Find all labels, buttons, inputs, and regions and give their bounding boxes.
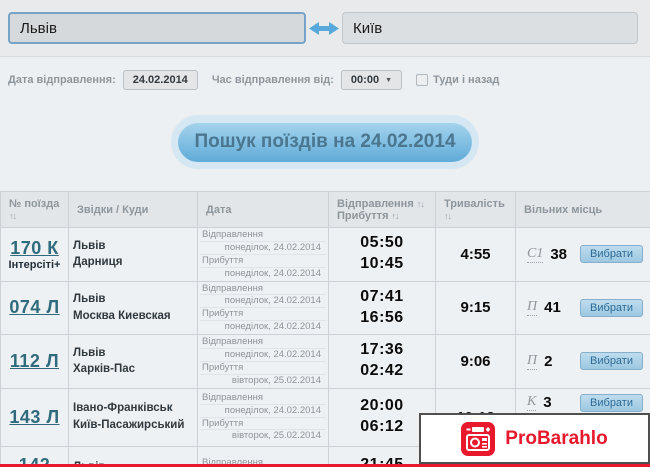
sort-icon: ↑↓ xyxy=(444,210,452,221)
seat-count: 38 xyxy=(550,245,568,263)
header-date: Дата xyxy=(197,191,329,228)
time-select[interactable]: 00:00 ▼ xyxy=(340,70,402,90)
camera-logo-icon xyxy=(461,421,496,456)
duration-value: 9:06 xyxy=(435,334,516,389)
seat-count: 2 xyxy=(544,352,553,370)
seat-class[interactable]: С1 xyxy=(527,246,544,263)
header-departure-arrival[interactable]: Відправлення ↑↓ Прибуття ↑↓ xyxy=(328,191,436,228)
header-seats: Вільних місць xyxy=(515,191,650,228)
departure-date: понеділок, 24.02.2014 xyxy=(200,242,326,255)
seat-count: 3 xyxy=(543,394,552,411)
header-duration[interactable]: Тривалість ↑↓ xyxy=(435,191,516,228)
sort-icon: ↑↓ xyxy=(391,210,400,221)
arrival-label: Прибуття xyxy=(200,418,326,431)
select-seat-button[interactable]: Вибрати xyxy=(580,393,643,412)
train-number-link[interactable]: 143 Л xyxy=(7,407,62,428)
route-to: Дарниця xyxy=(73,256,123,269)
route-from: Івано-Франківськ xyxy=(73,402,173,415)
departure-time: 20:00 xyxy=(360,397,404,415)
arrival-time: 02:42 xyxy=(360,362,404,380)
sort-icon: ↑↓ xyxy=(9,210,17,221)
seat-count: 41 xyxy=(544,299,561,317)
select-seat-button[interactable]: Вибрати xyxy=(580,352,643,371)
duration-value: 4:55 xyxy=(435,227,516,282)
arrival-date: понеділок, 24.02.2014 xyxy=(224,267,321,279)
route-from: Львів xyxy=(73,293,106,306)
header-route: Звідки / Куди xyxy=(68,191,198,228)
route-to: Київ-Пасажирський xyxy=(73,419,185,431)
departure-date: понеділок, 24.02.2014 xyxy=(200,405,326,418)
seat-line: С1 38 Вибрати xyxy=(516,240,650,268)
arrival-time: 06:12 xyxy=(360,418,404,435)
table-header-row: № поїзда ↑↓ Звідки / Куди Дата Відправле… xyxy=(0,191,650,228)
departure-date: понеділок, 24.02.2014 xyxy=(200,295,326,309)
arrival-date: вівторок, 25.02.2014 xyxy=(231,374,321,386)
from-station-input[interactable] xyxy=(8,12,306,44)
roundtrip-label: Туди і назад xyxy=(433,74,500,86)
seat-class[interactable]: П xyxy=(527,299,538,317)
filter-bar: Дата відправлення: 24.02.2014 Час відпра… xyxy=(0,57,650,99)
time-select-value: 00:00 xyxy=(350,74,380,86)
seat-class[interactable]: П xyxy=(527,353,538,370)
duration-value: 9:15 xyxy=(435,280,516,335)
date-field[interactable]: 24.02.2014 xyxy=(122,70,198,90)
train-number-link[interactable]: 112 Л xyxy=(7,351,62,372)
sort-icon: ↑↓ xyxy=(416,198,425,209)
date-label: Дата відправлення: xyxy=(8,74,116,86)
swap-stations-button[interactable] xyxy=(306,21,342,36)
select-seat-button[interactable]: Вибрати xyxy=(580,245,643,264)
table-row: 112 Л Львів Харків-Пас Відправлення поне… xyxy=(0,334,650,389)
arrival-date: вівторок, 25.02.2014 xyxy=(231,430,321,442)
search-trains-button[interactable]: Пошук поїздів на 24.02.2014 xyxy=(171,115,479,169)
arrival-label: Прибуття xyxy=(200,255,326,268)
seat-line: П 41 Вибрати xyxy=(516,294,650,322)
route-from: Львів xyxy=(73,239,106,252)
route-from: Львів xyxy=(73,346,106,359)
arrival-label: Прибуття xyxy=(200,308,326,322)
watermark-label: ProBarahlo xyxy=(505,427,608,449)
table-row: 170 К Інтерсіті+ Львів Дарниця Відправле… xyxy=(0,227,650,282)
chevron-down-icon: ▼ xyxy=(385,76,392,84)
to-station-input[interactable] xyxy=(342,12,638,44)
arrival-time: 10:45 xyxy=(360,255,404,273)
departure-time: 17:36 xyxy=(360,341,404,359)
header-train-number[interactable]: № поїзда ↑↓ xyxy=(0,191,69,228)
search-button-row: Пошук поїздів на 24.02.2014 xyxy=(0,115,650,169)
arrival-time: 16:56 xyxy=(360,308,404,326)
departure-label: Відправлення xyxy=(200,229,326,242)
departure-label: Відправлення xyxy=(200,283,326,296)
route-to: Москва Киевская xyxy=(73,309,171,322)
table-row: 074 Л Львів Москва Киевская Відправлення… xyxy=(0,280,650,335)
departure-date: понеділок, 24.02.2014 xyxy=(200,349,326,362)
time-label: Час відправлення від: xyxy=(211,74,334,86)
arrival-date: понеділок, 24.02.2014 xyxy=(224,321,321,333)
departure-time: 05:50 xyxy=(360,234,404,252)
watermark-box: ProBarahlo xyxy=(419,413,650,464)
swap-arrows-icon xyxy=(309,21,339,35)
departure-label: Відправлення xyxy=(200,392,326,405)
train-number-link[interactable]: 074 Л xyxy=(7,297,62,318)
train-category: Інтерсіті+ xyxy=(8,258,61,271)
route-to: Харків-Пас xyxy=(73,363,135,376)
train-number-link[interactable]: 170 К xyxy=(7,238,62,259)
seat-class[interactable]: К xyxy=(527,394,537,411)
select-seat-button[interactable]: Вибрати xyxy=(580,298,643,317)
seat-line: П 2 Вибрати xyxy=(516,347,650,375)
arrival-label: Прибуття xyxy=(200,362,326,375)
roundtrip-checkbox[interactable] xyxy=(416,74,428,86)
departure-time: 07:41 xyxy=(360,287,404,305)
departure-label: Відправлення xyxy=(200,336,326,349)
search-bar xyxy=(0,0,650,57)
